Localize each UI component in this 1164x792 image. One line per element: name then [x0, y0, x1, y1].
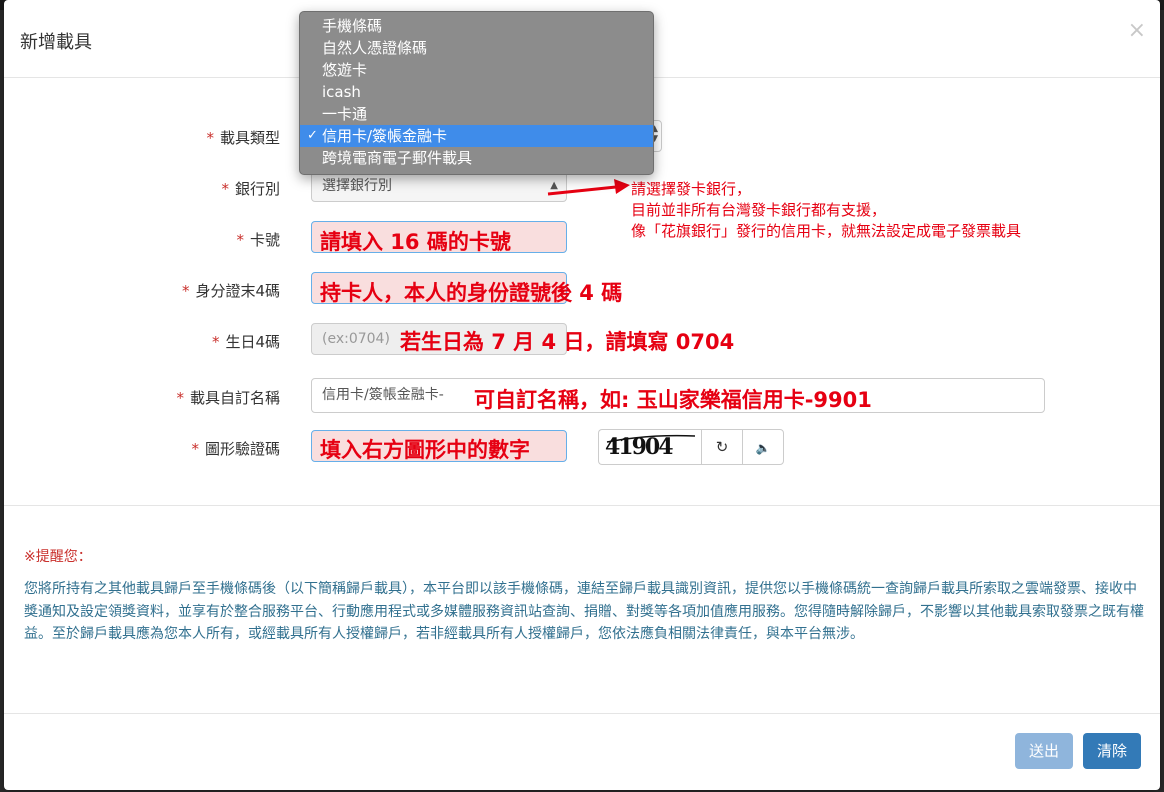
custom-name-label: * 載具自訂名稱	[176, 389, 280, 407]
submit-button[interactable]: 送出	[1015, 733, 1073, 769]
birthday-hint: 若生日為 7 月 4 日，請填寫 0704	[400, 330, 735, 354]
bank-label: * 銀行別	[221, 180, 280, 198]
dropdown-option[interactable]: 跨境電商電子郵件載具	[300, 147, 653, 169]
dropdown-option[interactable]: 自然人憑證條碼	[300, 37, 653, 59]
card-number-label: * 卡號	[236, 231, 280, 249]
custom-name-hint: 可自訂名稱，如: 玉山家樂福信用卡-9901	[474, 388, 872, 412]
dropdown-option-selected[interactable]: ✓ 信用卡/簽帳金融卡	[300, 125, 653, 147]
birthday-placeholder: (ex:0704)	[322, 331, 390, 347]
card-number-hint: 請填入 16 碼的卡號	[320, 230, 511, 254]
captcha-label: * 圖形驗證碼	[191, 440, 280, 458]
bank-note: 請選擇發卡銀行， 目前並非所有台灣發卡銀行都有支援， 像「花旗銀行」發行的信用卡…	[631, 179, 1021, 242]
bank-note-line: 目前並非所有台灣發卡銀行都有支援，	[631, 201, 887, 219]
id-last4-label: * 身分證末4碼	[181, 282, 280, 300]
notice-body: 您將所持有之其他載具歸戶至手機條碼後（以下簡稱歸戶載具），本平台即以該手機條碼，…	[24, 581, 1144, 642]
footer-divider	[4, 713, 1160, 714]
clear-button[interactable]: 清除	[1083, 733, 1141, 769]
section-divider	[4, 505, 1160, 506]
custom-name-value: 信用卡/簽帳金融卡-	[322, 387, 444, 403]
modal-title: 新增載具	[20, 32, 92, 53]
refresh-icon: ↻	[715, 438, 729, 456]
captcha-noise-icon	[606, 434, 696, 443]
captcha-audio-button[interactable]: 🔈	[742, 429, 784, 465]
annotation-arrow-icon	[547, 179, 630, 196]
notice-title: ※提醒您：	[24, 549, 92, 565]
id-last4-hint: 持卡人，本人的身份證號後 4 碼	[320, 281, 623, 305]
bank-note-line: 請選擇發卡銀行，	[631, 180, 752, 198]
required-mark: *	[206, 129, 214, 147]
dropdown-option[interactable]: 手機條碼	[300, 15, 653, 37]
carrier-type-label: * 載具類型	[206, 129, 280, 147]
captcha-image: 41904	[598, 429, 701, 465]
carrier-type-dropdown: 手機條碼 自然人憑證條碼 悠遊卡 icash 一卡通 ✓ 信用卡/簽帳金融卡 跨…	[299, 11, 654, 175]
speaker-icon: 🔈	[755, 441, 771, 455]
check-icon: ✓	[307, 128, 318, 143]
dropdown-option[interactable]: 悠遊卡	[300, 59, 653, 81]
dropdown-option[interactable]: 一卡通	[300, 103, 653, 125]
bank-select-value: 選擇銀行別	[322, 178, 392, 194]
captcha-refresh-button[interactable]: ↻	[701, 429, 743, 465]
bank-note-line: 像「花旗銀行」發行的信用卡，就無法設定成電子發票載具	[631, 222, 1022, 240]
captcha-hint: 填入右方圖形中的數字	[320, 438, 530, 462]
close-icon[interactable]: ×	[1128, 18, 1146, 43]
dropdown-option[interactable]: icash	[300, 81, 653, 103]
birthday-label: * 生日4碼	[211, 333, 280, 351]
